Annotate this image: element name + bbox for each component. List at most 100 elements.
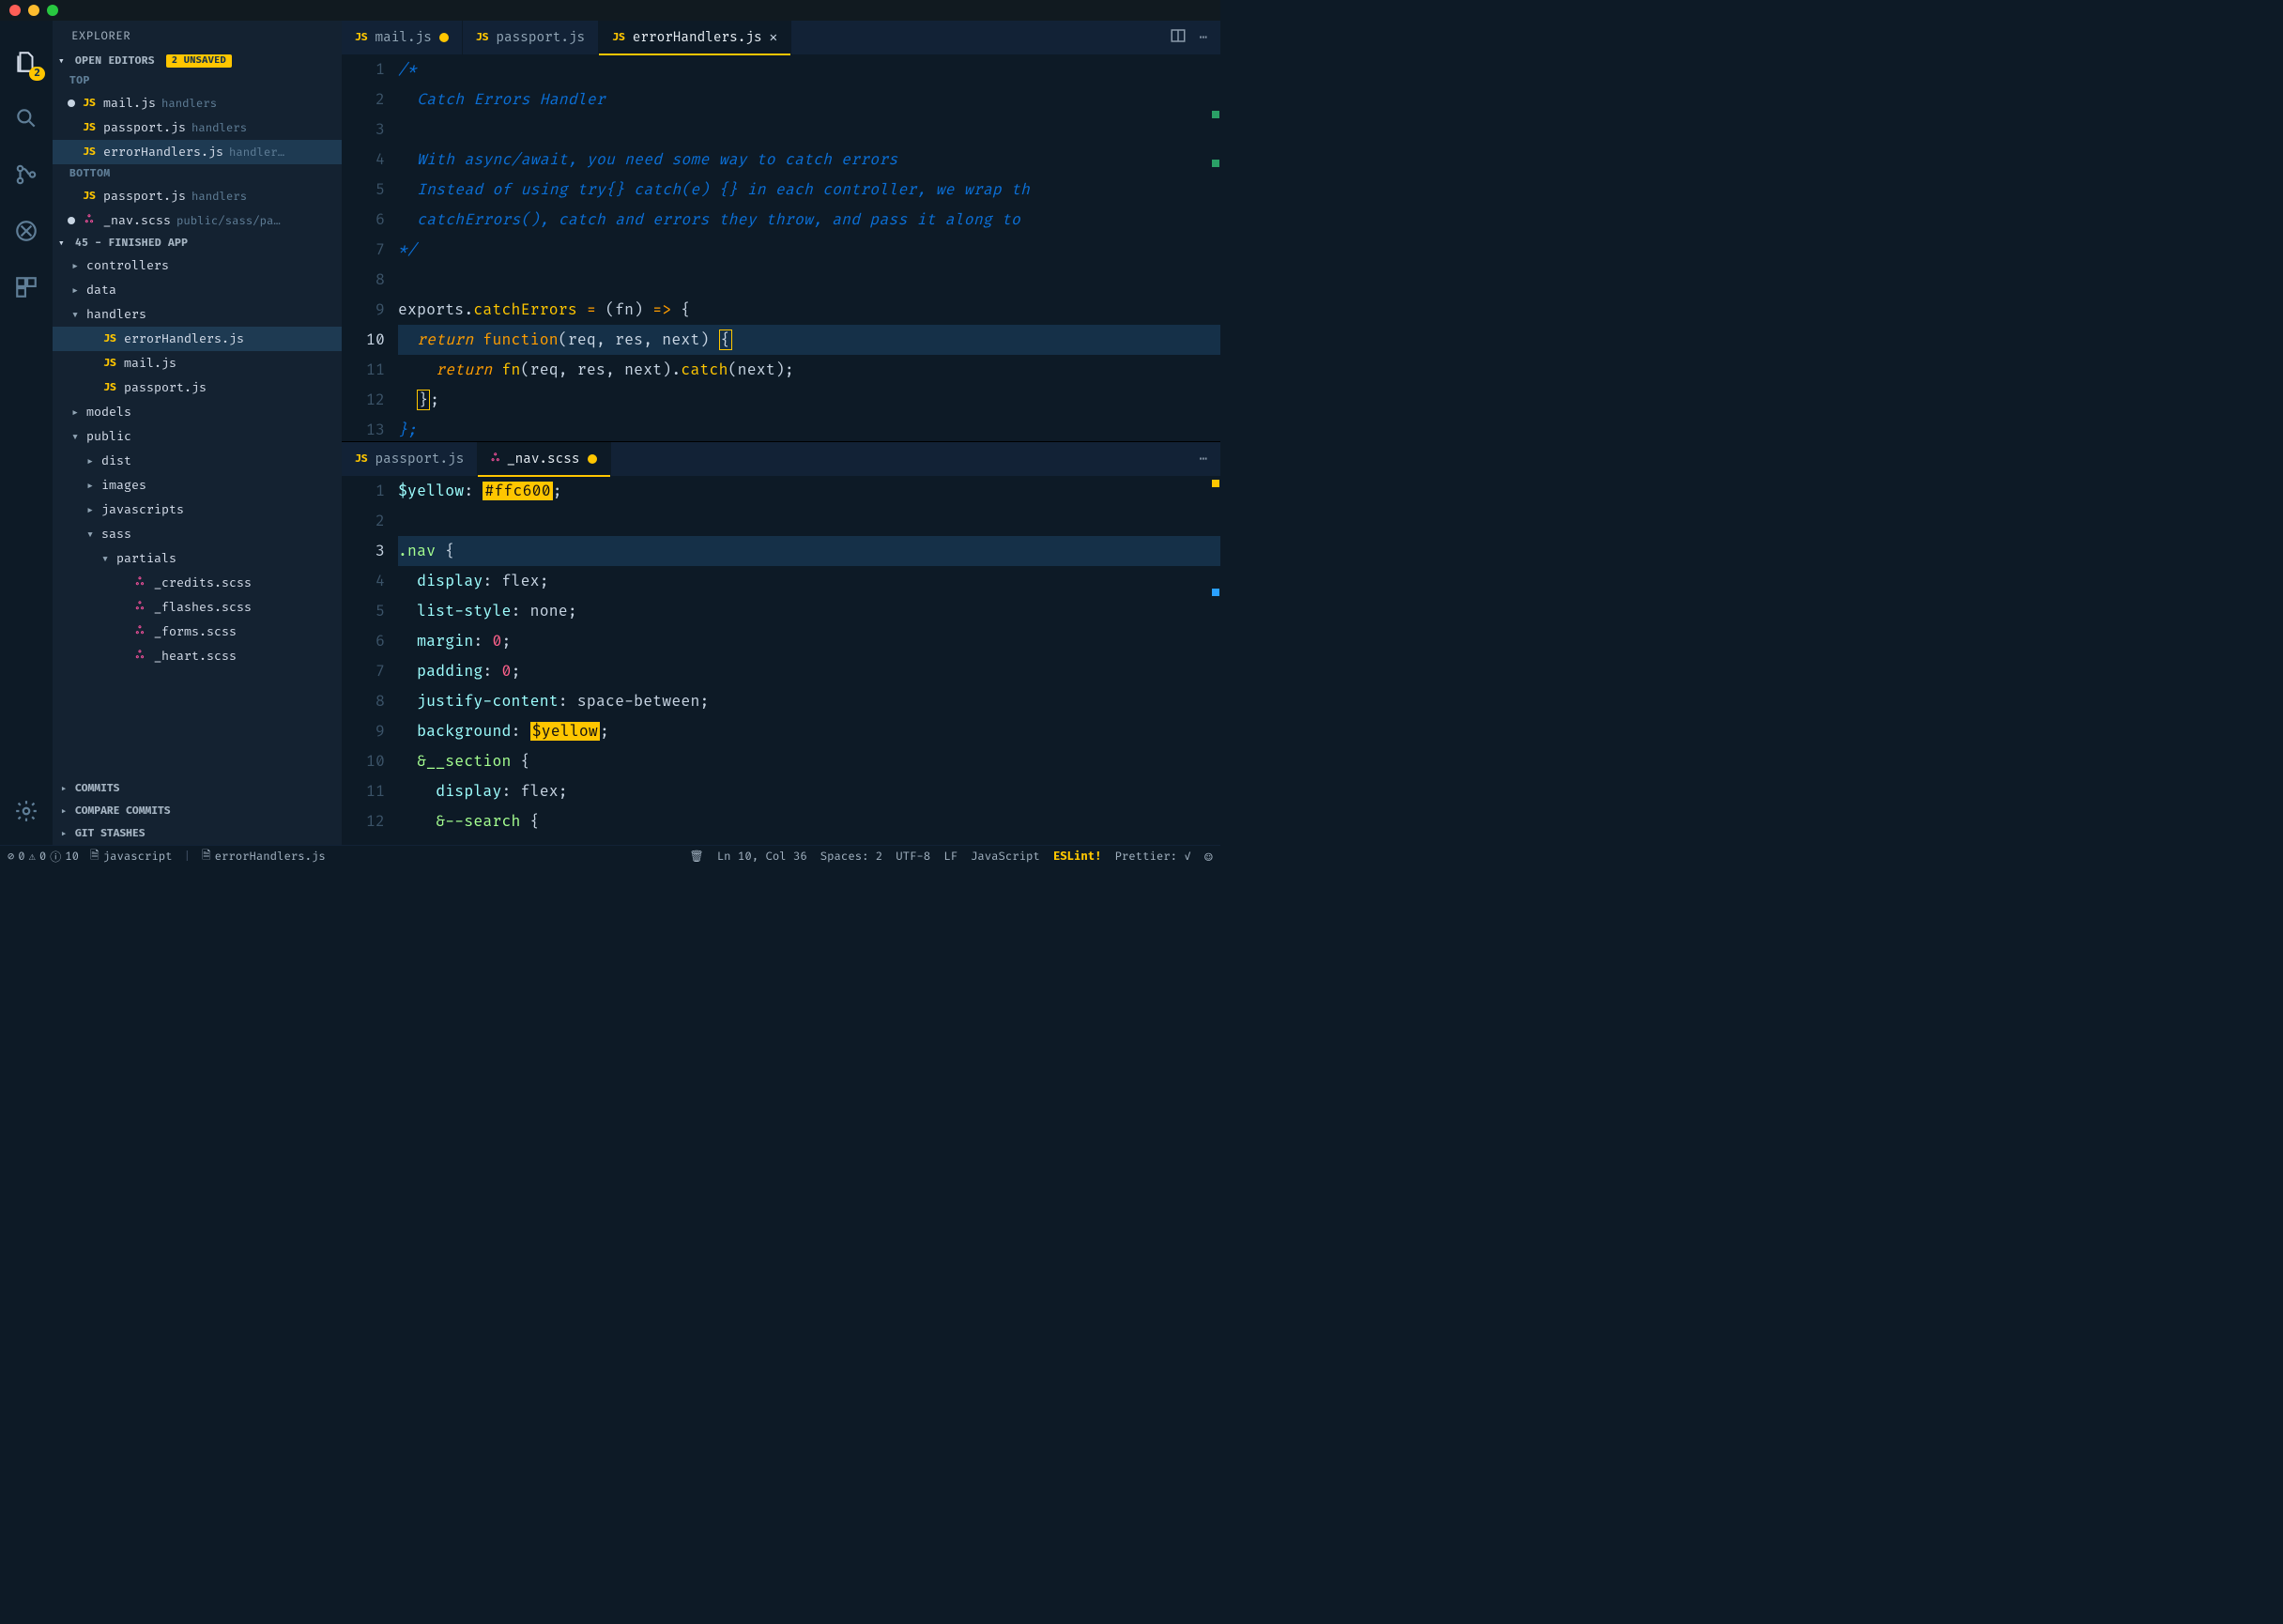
code-line[interactable]: */ [398,235,1220,265]
folder-item[interactable]: ▾handlers [53,302,342,327]
code-line[interactable]: Catch Errors Handler [398,84,1220,115]
minimize-window-icon[interactable] [28,5,39,16]
status-encoding[interactable]: UTF-8 [896,850,930,864]
status-eol[interactable]: LF [943,850,958,864]
folder-item[interactable]: ▸controllers [53,253,342,278]
maximize-window-icon[interactable] [47,5,58,16]
status-spaces[interactable]: Spaces: 2 [820,850,882,864]
code-line[interactable]: /* [398,54,1220,84]
file-item[interactable]: JSmail.js [53,351,342,375]
workspace-header[interactable]: ▾ 45 - FINISHED APP [53,233,342,253]
status-language[interactable]: JavaScript [971,850,1040,864]
more-icon[interactable]: ⋯ [1200,452,1207,467]
code-line[interactable]: return fn(req, res, next).catch(next); [398,355,1220,385]
editor-tab[interactable]: JSmail.js [342,21,463,54]
code-line[interactable]: display: flex; [398,566,1220,596]
editor-tab[interactable]: JSpassport.js [463,21,599,54]
editor-tab[interactable]: ஃ_nav.scss [478,442,610,476]
editor-tab[interactable]: JSpassport.js [342,442,478,476]
code-line[interactable]: $yellow: #ffc600; [398,476,1220,506]
code-line[interactable]: catchErrors(), catch and errors they thr… [398,205,1220,235]
file-type-icon: JS [355,453,368,466]
file-path: handlers [192,190,247,204]
file-type-icon: ஃ [81,214,98,227]
folder-item[interactable]: ▸data [53,278,342,302]
settings-gear-icon[interactable] [4,789,49,834]
split-editor-icon[interactable] [1170,27,1187,49]
code-line[interactable] [398,506,1220,536]
sidebar-title: EXPLORER [53,21,342,51]
code-line[interactable]: &__section { [398,746,1220,776]
search-icon[interactable] [4,96,49,141]
titlebar [0,0,1220,21]
collapsed-panel-header[interactable]: ▸GIT STASHES [53,822,342,845]
close-icon[interactable]: ✕ [770,30,777,46]
open-editor-item[interactable]: JSpassport.jshandlers [53,115,342,140]
code-line[interactable]: exports.catchErrors = (fn) => { [398,295,1220,325]
folder-item[interactable]: ▾partials [53,546,342,571]
trash-icon[interactable]: 🗑 [690,850,704,864]
folder-item[interactable]: ▸images [53,473,342,498]
status-file-1[interactable]: 🗎 javascript [90,847,173,866]
status-eslint[interactable]: ESLint! [1053,850,1102,864]
top-editor[interactable]: 12345678910111213/* Catch Errors Handler… [342,54,1220,441]
debug-icon[interactable] [4,208,49,253]
extensions-icon[interactable] [4,265,49,310]
open-editor-item[interactable]: JSpassport.jshandlers [53,184,342,208]
status-prettier[interactable]: Prettier: ✓ [1115,850,1191,864]
file-item[interactable]: JSpassport.js [53,375,342,400]
code-line[interactable]: display: flex; [398,776,1220,806]
editor-tab[interactable]: JSerrorHandlers.js✕ [599,21,791,54]
folder-item[interactable]: ▸models [53,400,342,424]
more-icon[interactable]: ⋯ [1200,30,1207,46]
code-line[interactable] [398,115,1220,145]
code-line[interactable]: Instead of using try{} catch(e) {} in ea… [398,175,1220,205]
collapsed-panel-header[interactable]: ▸COMMITS [53,777,342,800]
file-name: passport.js [103,189,186,204]
feedback-icon[interactable]: ☺ [1204,848,1213,866]
chevron-right-icon: ▸ [69,283,81,298]
code-line[interactable]: }; [398,415,1220,441]
status-lncol[interactable]: Ln 10, Col 36 [717,850,807,864]
collapsed-panel-header[interactable]: ▸COMPARE COMMITS [53,800,342,822]
folder-item[interactable]: ▸dist [53,449,342,473]
code-line[interactable]: margin: 0; [398,626,1220,656]
file-item[interactable]: JSerrorHandlers.js [53,327,342,351]
file-type-icon: ஃ [131,601,148,614]
minimap[interactable] [1207,476,1220,845]
chevron-right-icon: ▸ [58,782,69,795]
folder-item[interactable]: ▸javascripts [53,498,342,522]
open-editor-item[interactable]: JSerrorHandlers.jshandler… [53,140,342,164]
file-item[interactable]: ஃ_credits.scss [53,571,342,595]
open-editor-item[interactable]: JSmail.jshandlers [53,91,342,115]
code-line[interactable]: background: $yellow; [398,716,1220,746]
chevron-right-icon: ▸ [69,405,81,420]
folder-item[interactable]: ▾public [53,424,342,449]
minimap[interactable] [1207,54,1220,441]
code-line[interactable]: .nav { [398,536,1220,566]
file-name: mail.js [124,356,176,371]
file-item[interactable]: ஃ_flashes.scss [53,595,342,620]
editor-group-label: TOP [53,71,342,91]
file-item[interactable]: ஃ_forms.scss [53,620,342,644]
status-problems[interactable]: ⊘0 ⚠0 ⓘ10 [8,849,79,865]
source-control-icon[interactable] [4,152,49,197]
code-line[interactable]: list-style: none; [398,596,1220,626]
code-line[interactable]: With async/await, you need some way to c… [398,145,1220,175]
code-line[interactable]: return function(req, res, next) { [398,325,1220,355]
info-icon: ⓘ [50,849,61,865]
open-editor-item[interactable]: ஃ_nav.scsspublic/sass/pa… [53,208,342,233]
open-editors-header[interactable]: ▾ OPEN EDITORS 2 UNSAVED [53,51,342,71]
explorer-icon[interactable]: 2 [4,39,49,84]
file-type-icon: JS [355,32,368,44]
folder-item[interactable]: ▾sass [53,522,342,546]
close-window-icon[interactable] [9,5,21,16]
file-item[interactable]: ஃ_heart.scss [53,644,342,668]
code-line[interactable]: justify-content: space-between; [398,686,1220,716]
code-line[interactable]: &--search { [398,806,1220,836]
code-line[interactable]: padding: 0; [398,656,1220,686]
code-line[interactable] [398,265,1220,295]
code-line[interactable]: }; [398,385,1220,415]
bottom-editor[interactable]: 123456789101112$yellow: #ffc600;.nav { d… [342,476,1220,845]
status-file-2[interactable]: 🗎 errorHandlers.js [202,847,326,866]
